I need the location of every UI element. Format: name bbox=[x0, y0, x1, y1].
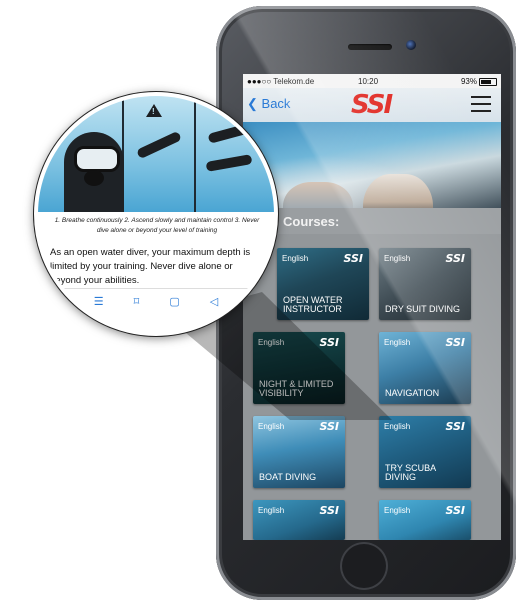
course-card[interactable]: English SSI OPEN WATER INSTRUCTOR bbox=[277, 248, 369, 320]
course-language: English bbox=[258, 506, 285, 515]
course-title: BOAT DIVING bbox=[259, 472, 317, 482]
diver-mask bbox=[74, 146, 120, 172]
course-language: English bbox=[384, 338, 411, 347]
diver-regulator bbox=[84, 170, 104, 186]
phone-camera bbox=[406, 40, 416, 50]
home-button[interactable] bbox=[340, 542, 388, 590]
lesson-text: As an open water diver, your maximum dep… bbox=[50, 247, 251, 286]
diving-illustration: ! bbox=[38, 96, 274, 212]
diver-figure bbox=[205, 154, 253, 172]
phone-speaker bbox=[348, 44, 392, 50]
course-card[interactable]: English SSI TRY SCUBA DIVING bbox=[379, 416, 471, 488]
ssi-badge-icon: SSI bbox=[445, 252, 465, 265]
course-title: DRY SUIT DIVING bbox=[385, 304, 461, 314]
section-title: Courses: bbox=[283, 214, 340, 229]
course-card[interactable]: English SSI bbox=[379, 500, 471, 540]
course-language: English bbox=[282, 254, 309, 263]
diver-figure bbox=[207, 122, 255, 144]
course-title: TRY SCUBA DIVING bbox=[385, 463, 436, 482]
bookmark-icon[interactable]: ⌑ bbox=[134, 295, 140, 308]
ssi-logo: SSI bbox=[351, 90, 393, 120]
share-icon[interactable]: ◁ bbox=[210, 295, 218, 308]
course-title: OPEN WATER INSTRUCTOR bbox=[283, 295, 343, 314]
course-title: NIGHT & LIMITED VISIBILITY bbox=[259, 379, 334, 398]
ssi-badge-icon: SSI bbox=[445, 504, 465, 517]
battery-percent: 93% bbox=[460, 76, 477, 86]
section-header: Courses: bbox=[243, 208, 501, 234]
hero-image bbox=[243, 122, 501, 254]
panel-divider bbox=[194, 96, 196, 212]
ssi-badge-icon: SSI bbox=[319, 336, 339, 349]
course-language: English bbox=[258, 338, 285, 347]
magnifier-bubble: ! 1. Breathe continuously 2. Ascend slow… bbox=[34, 92, 278, 336]
ssi-badge-icon: SSI bbox=[445, 336, 465, 349]
course-language: English bbox=[384, 422, 411, 431]
page-icon[interactable]: ▢ bbox=[169, 295, 179, 308]
course-card[interactable]: English SSI NAVIGATION bbox=[379, 332, 471, 404]
reader-toolbar: ☰ ⌑ ▢ ◁ bbox=[38, 288, 274, 313]
course-title: NAVIGATION bbox=[385, 388, 440, 398]
status-bar: ●●●○○ Telekom.de 10:20 93% bbox=[243, 74, 501, 88]
diver-figure bbox=[136, 130, 182, 160]
ssi-badge-icon: SSI bbox=[343, 252, 363, 265]
ssi-badge-icon: SSI bbox=[319, 420, 339, 433]
nav-bar: ❮ Back SSI bbox=[243, 88, 501, 122]
clock: 10:20 bbox=[358, 76, 379, 86]
ssi-badge-icon: SSI bbox=[319, 504, 339, 517]
course-card[interactable]: English SSI NIGHT & LIMITED VISIBILITY bbox=[253, 332, 345, 404]
list-icon[interactable]: ☰ bbox=[94, 295, 104, 308]
course-card[interactable]: English SSI BOAT DIVING bbox=[253, 416, 345, 488]
course-card[interactable]: English SSI bbox=[253, 500, 345, 540]
course-language: English bbox=[384, 506, 411, 515]
carrier-label: ●●●○○ Telekom.de bbox=[247, 76, 315, 86]
battery-icon bbox=[479, 78, 497, 86]
course-grid: English SSI OPEN WATER INSTRUCTOR Englis… bbox=[243, 234, 501, 540]
course-card[interactable]: English SSI DRY SUIT DIVING bbox=[379, 248, 471, 320]
ssi-badge-icon: SSI bbox=[445, 420, 465, 433]
illustration-caption: 1. Breathe continuously 2. Ascend slowly… bbox=[54, 217, 260, 234]
course-language: English bbox=[384, 254, 411, 263]
phone-screen: ●●●○○ Telekom.de 10:20 93% ❮ Back SSI Co… bbox=[243, 74, 501, 540]
hamburger-icon[interactable] bbox=[471, 96, 491, 112]
course-language: English bbox=[258, 422, 285, 431]
